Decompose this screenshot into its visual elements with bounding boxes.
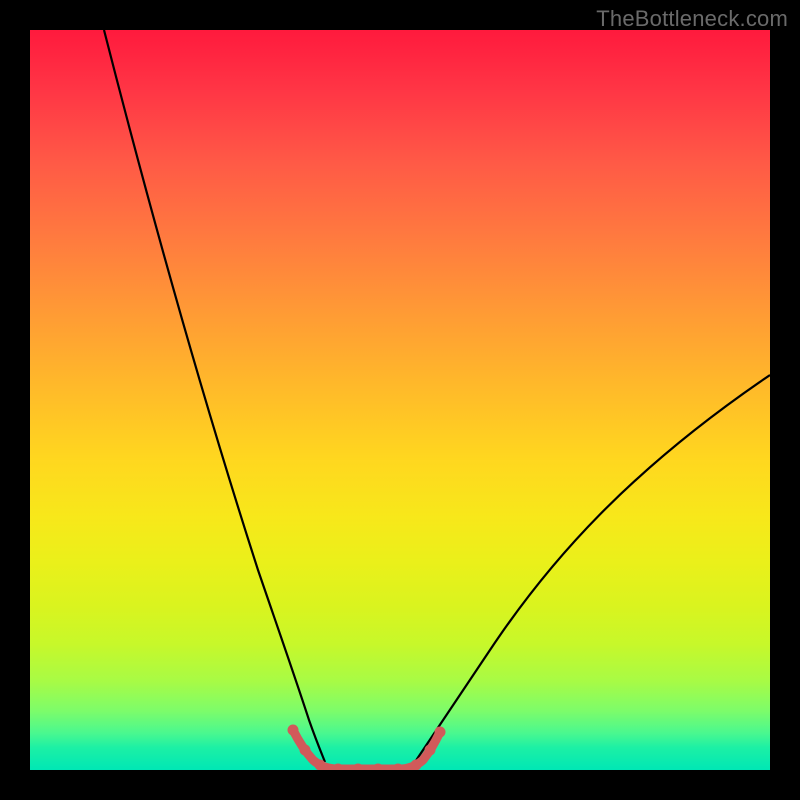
curve-right-branch <box>415 375 770 762</box>
watermark-text: TheBottleneck.com <box>596 6 788 32</box>
curve-left-branch <box>104 30 325 762</box>
chart-frame: TheBottleneck.com <box>0 0 800 800</box>
plot-area <box>30 30 770 770</box>
bottleneck-curve <box>30 30 770 770</box>
